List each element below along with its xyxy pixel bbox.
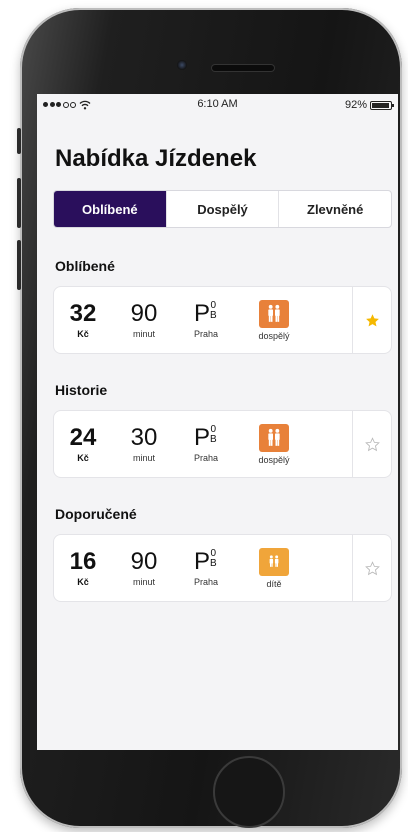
- tab-adult[interactable]: Dospělý: [165, 191, 279, 227]
- price-currency: Kč: [77, 453, 89, 463]
- battery-icon: [370, 100, 394, 110]
- favorite-toggle[interactable]: [352, 287, 391, 353]
- ticket-duration: 90 minut: [112, 548, 176, 588]
- ticket-duration: 30 minut: [112, 424, 176, 464]
- zone-label: Praha: [193, 329, 219, 339]
- ticket-card-favorite[interactable]: 32 Kč 90 minut P 0B Praha dospělý: [53, 286, 392, 354]
- passenger-label: dospělý: [258, 330, 290, 341]
- tab-favorites[interactable]: Oblíbené: [54, 191, 166, 227]
- ticket-price: 24 Kč: [54, 424, 112, 464]
- price-value: 32: [69, 300, 97, 327]
- duration-unit: minut: [132, 577, 155, 587]
- price-currency: Kč: [77, 329, 89, 339]
- ticket-zone: P 0B Praha: [176, 425, 236, 464]
- price-value: 24: [69, 424, 97, 451]
- zone-code: P 0B: [194, 301, 218, 327]
- ticket-card-recommended[interactable]: 16 Kč 90 minut P 0B Praha dítě: [53, 534, 392, 602]
- zone-label: Praha: [193, 453, 219, 463]
- section-title-recommended: Doporučené: [55, 506, 137, 522]
- favorite-toggle[interactable]: [352, 535, 391, 601]
- ticket-price: 16 Kč: [54, 548, 112, 588]
- zone-bottom: B: [209, 310, 217, 321]
- star-outline-icon: [364, 560, 380, 575]
- home-button[interactable]: [213, 756, 285, 828]
- tab-discounted[interactable]: Zlevněné: [278, 191, 391, 227]
- passenger-label: dítě: [266, 578, 282, 589]
- ticket-type-tabs: Oblíbené Dospělý Zlevněné: [53, 190, 392, 228]
- zone-letter: P: [193, 424, 210, 451]
- adults-icon: [259, 423, 289, 452]
- earpiece-speaker: [212, 65, 274, 71]
- ticket-zone: P 0B Praha: [176, 301, 236, 340]
- duration-value: 90: [130, 300, 158, 327]
- adults-icon: [259, 299, 289, 328]
- volume-up-button: [17, 178, 21, 228]
- ticket-zone: P 0B Praha: [176, 549, 236, 588]
- app-screen: 6:10 AM 92% Nabídka Jízdenek Oblíbené Do…: [37, 94, 398, 750]
- front-camera: [177, 60, 187, 70]
- ticket-price: 32 Kč: [54, 300, 112, 340]
- zone-bottom: B: [209, 434, 217, 445]
- zone-letter: P: [193, 300, 210, 327]
- silent-switch: [17, 128, 21, 154]
- passenger-label: dospělý: [258, 454, 290, 465]
- zone-bottom: B: [209, 558, 217, 569]
- passenger-type: dítě: [236, 547, 312, 589]
- passenger-type: dospělý: [236, 299, 312, 341]
- zone-code: P 0B: [194, 549, 218, 575]
- status-time: 6:10 AM: [197, 98, 238, 110]
- star-outline-icon: [364, 436, 380, 451]
- page-title: Nabídka Jízdenek: [55, 145, 257, 172]
- status-bar: 6:10 AM 92%: [37, 94, 398, 116]
- price-value: 16: [69, 548, 97, 575]
- duration-unit: minut: [132, 329, 155, 339]
- ticket-duration: 90 minut: [112, 300, 176, 340]
- duration-value: 90: [130, 548, 158, 575]
- star-filled-icon: [365, 313, 379, 326]
- favorite-toggle[interactable]: [352, 411, 391, 477]
- duration-value: 30: [130, 424, 158, 451]
- section-title-history: Historie: [55, 382, 108, 398]
- children-icon: [259, 547, 289, 576]
- zone-letter: P: [193, 548, 210, 575]
- ticket-card-history[interactable]: 24 Kč 30 minut P 0B Praha dospělý: [53, 410, 392, 478]
- passenger-type: dospělý: [236, 423, 312, 465]
- section-title-favorites: Oblíbené: [55, 258, 115, 274]
- volume-down-button: [17, 240, 21, 290]
- zone-code: P 0B: [194, 425, 218, 451]
- zone-label: Praha: [193, 577, 219, 587]
- duration-unit: minut: [132, 453, 155, 463]
- price-currency: Kč: [77, 577, 89, 587]
